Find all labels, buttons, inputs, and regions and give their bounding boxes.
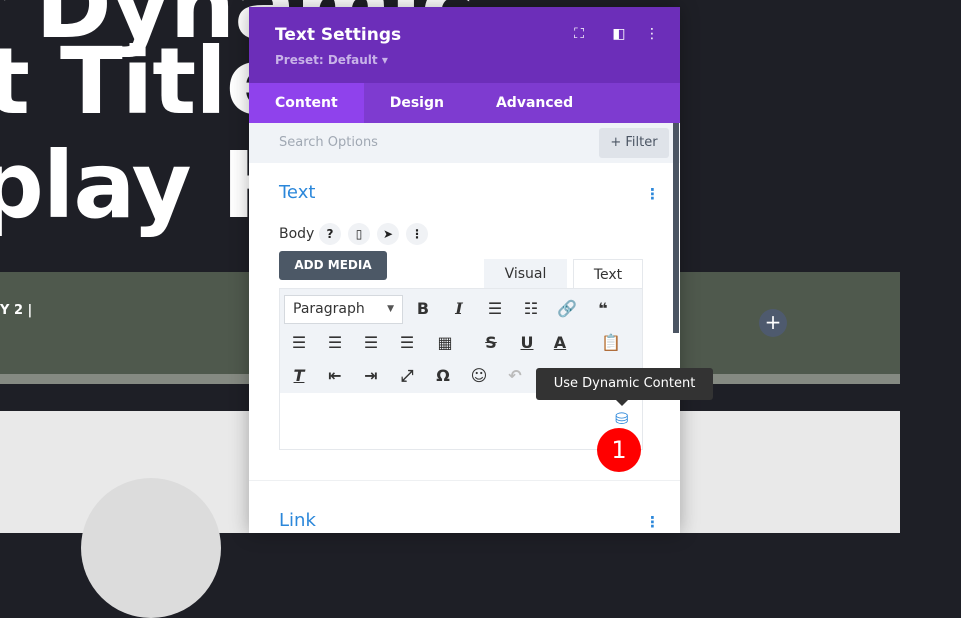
cursor-icon[interactable]: ➤ (377, 223, 399, 245)
scrollbar[interactable] (673, 123, 679, 333)
bullet-list-icon[interactable]: ☰ (483, 299, 507, 318)
tab-advanced[interactable]: Advanced (470, 83, 599, 123)
link-icon[interactable]: 🔗 (555, 299, 579, 318)
format-select-value: Paragraph (293, 301, 365, 317)
panel-header: Text Settings Preset: Default ▾ ⛶ ◧ ⋮ (249, 7, 680, 83)
hero-heading-line: t Title (0, 28, 288, 135)
step-badge: 1 (597, 428, 641, 472)
justify-icon[interactable]: ☰ (395, 333, 419, 352)
underline-icon[interactable]: U (515, 333, 539, 352)
section-divider (249, 480, 680, 481)
tab-visual[interactable]: Visual (484, 259, 567, 289)
fullscreen-icon[interactable]: ⛶ (571, 26, 587, 42)
dynamic-content-icon[interactable]: ⛁ (615, 409, 628, 428)
dynamic-content-tooltip: Use Dynamic Content (536, 368, 713, 406)
tab-design[interactable]: Design (364, 83, 470, 123)
strikethrough-icon[interactable]: S (479, 333, 503, 352)
section-menu-icon[interactable]: ⋮ (645, 513, 660, 531)
undo-icon[interactable]: ↶ (503, 366, 527, 385)
format-select[interactable]: Paragraph ▼ (284, 295, 403, 324)
clear-formatting-icon[interactable]: T (287, 366, 311, 385)
align-right-icon[interactable]: ☰ (359, 333, 383, 352)
tab-text[interactable]: Text (573, 259, 643, 289)
tab-content[interactable]: Content (249, 83, 364, 123)
body-label: Body (279, 226, 315, 242)
chevron-down-icon: ▼ (387, 304, 394, 314)
preset-dropdown[interactable]: Preset: Default ▾ (275, 53, 388, 67)
more-options-icon[interactable]: ⋮ (406, 223, 428, 245)
align-left-icon[interactable]: ☰ (287, 333, 311, 352)
help-icon[interactable]: ? (319, 223, 341, 245)
search-bar: Search Options + Filter (249, 123, 680, 163)
italic-icon[interactable]: I (447, 299, 471, 318)
special-character-icon[interactable]: Ω (431, 366, 455, 385)
panel-title: Text Settings (275, 25, 402, 45)
more-icon[interactable]: ⋮ (644, 26, 660, 42)
indent-icon[interactable]: ⇥ (359, 366, 383, 385)
align-center-icon[interactable]: ☰ (323, 333, 347, 352)
mobile-icon[interactable]: ▯ (348, 223, 370, 245)
outdent-icon[interactable]: ⇤ (323, 366, 347, 385)
section-title-link[interactable]: Link (279, 510, 316, 531)
paste-text-icon[interactable]: 📋 (599, 333, 623, 352)
split-view-icon[interactable]: ◧ (611, 26, 627, 42)
section-title-text[interactable]: Text (279, 182, 315, 203)
numbered-list-icon[interactable]: ☷ (519, 299, 543, 318)
table-icon[interactable]: ▦ (433, 333, 457, 352)
band-text: Y 2 | (0, 303, 33, 318)
section-menu-icon[interactable]: ⋮ (645, 185, 660, 203)
add-module-button[interactable]: + (759, 309, 787, 337)
emoji-icon[interactable]: ☺ (467, 366, 491, 385)
search-input[interactable]: Search Options (279, 135, 378, 150)
text-color-icon[interactable]: A (548, 333, 572, 352)
fullscreen-editor-icon[interactable]: ⤢ (395, 366, 419, 386)
panel-tabs: Content Design Advanced (249, 83, 680, 123)
bold-icon[interactable]: B (411, 299, 435, 318)
filter-button[interactable]: + Filter (599, 128, 669, 158)
blockquote-icon[interactable]: ❝ (591, 299, 615, 318)
image-placeholder (81, 478, 221, 618)
add-media-button[interactable]: ADD MEDIA (279, 251, 387, 280)
